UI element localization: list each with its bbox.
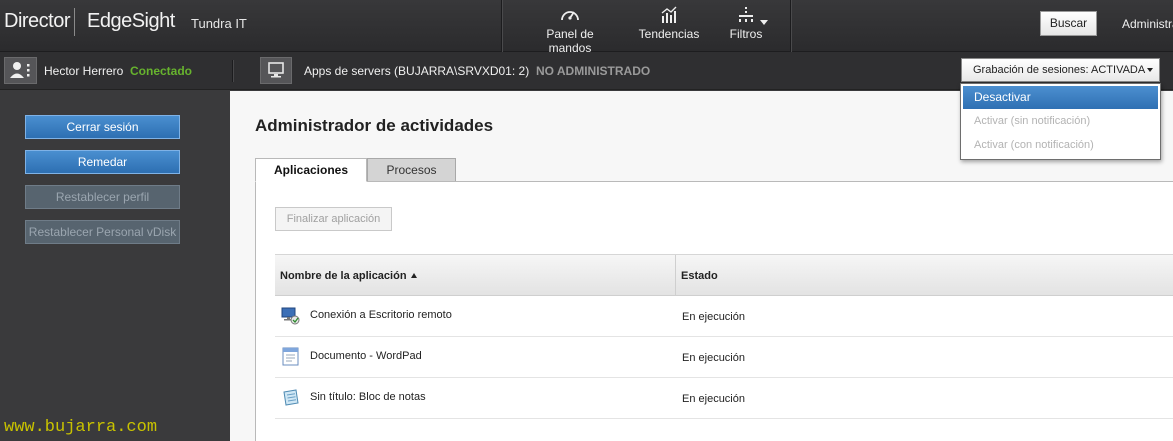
menu-item-disable[interactable]: Desactivar	[963, 86, 1158, 109]
nav-dashboard[interactable]: Panel de mandos	[524, 4, 616, 55]
column-header-name[interactable]: Nombre de la aplicación	[275, 255, 676, 297]
monitor-icon	[268, 62, 284, 78]
nav-divider	[790, 0, 791, 52]
column-header-state[interactable]: Estado	[676, 255, 1173, 297]
user-menu-button[interactable]	[4, 57, 37, 84]
nav-divider	[501, 0, 502, 52]
chevron-down-icon[interactable]	[760, 20, 768, 25]
tenant-name: Tundra IT	[191, 16, 247, 31]
applications-table: Nombre de la aplicación Estado Conexión …	[275, 254, 1173, 419]
dashboard-icon	[561, 11, 579, 21]
sort-ascending-icon	[410, 273, 417, 278]
session-recording-dropdown[interactable]: Grabación de sesiones: ACTIVADA	[961, 58, 1160, 82]
sidebar: Cerrar sesión Remedar Restablecer perfil…	[0, 91, 230, 441]
column-header-state-label: Estado	[681, 270, 718, 282]
shadow-button[interactable]: Remedar	[25, 150, 180, 174]
app-state: En ejecución	[682, 352, 745, 364]
applications-panel: Finalizar aplicación Nombre de la aplica…	[255, 181, 1173, 441]
page-title: Administrador de actividades	[255, 116, 494, 135]
nav-filters[interactable]: Filtros	[722, 4, 770, 48]
brand-divider	[74, 8, 75, 36]
machine-state: NO ADMINISTRADO	[536, 64, 651, 78]
tab-applications[interactable]: Aplicaciones	[255, 158, 367, 182]
tab-processes[interactable]: Procesos	[367, 158, 456, 182]
user-icon	[10, 62, 30, 78]
menu-item-enable-no-notification: Activar (sin notificación)	[974, 115, 1091, 127]
nav-trends-label: Tendencias	[638, 27, 700, 41]
top-bar: Director EdgeSight Tundra IT Panel de ma…	[0, 0, 1173, 55]
user-name: Hector Herrero	[44, 64, 124, 78]
logoff-button[interactable]: Cerrar sesión	[25, 115, 180, 139]
session-recording-label: Grabación de sesiones: ACTIVADA	[973, 64, 1146, 76]
session-divider	[232, 60, 233, 82]
watermark: www.bujarra.com	[4, 418, 158, 437]
column-header-name-label: Nombre de la aplicación	[280, 270, 407, 282]
app-name: Conexión a Escritorio remoto	[310, 309, 452, 321]
admin-link[interactable]: Administra	[1122, 17, 1173, 31]
chevron-down-icon	[1147, 68, 1153, 72]
table-row[interactable]: Sin título: Bloc de notas En ejecución	[275, 378, 1173, 419]
end-application-button: Finalizar aplicación	[275, 207, 392, 231]
machine-name: Apps de servers (BUJARRA\SRVXD01: 2)	[304, 64, 530, 78]
remote-desktop-icon	[281, 307, 300, 325]
nav-dashboard-label: Panel de mandos	[546, 27, 594, 55]
search-button[interactable]: Buscar	[1040, 11, 1097, 36]
table-row[interactable]: Documento - WordPad En ejecución	[275, 337, 1173, 378]
reset-vdisk-button: Restablecer Personal vDisk	[25, 220, 180, 244]
filters-icon	[739, 7, 753, 22]
reset-profile-button: Restablecer perfil	[25, 185, 180, 209]
nav-filters-label: Filtros	[729, 27, 763, 41]
app-state: En ejecución	[682, 393, 745, 405]
table-row[interactable]: Conexión a Escritorio remoto En ejecució…	[275, 296, 1173, 337]
brand-edgesight: EdgeSight	[87, 10, 175, 32]
app-name: Documento - WordPad	[310, 350, 422, 362]
machine-button[interactable]	[260, 57, 292, 84]
app-name: Sin título: Bloc de notas	[310, 391, 426, 403]
table-header: Nombre de la aplicación Estado	[275, 254, 1173, 297]
connection-status: Conectado	[130, 64, 193, 78]
notepad-icon	[283, 389, 299, 406]
session-recording-menu: Desactivar Activar (sin notificación) Ac…	[960, 83, 1161, 160]
nav-trends[interactable]: Tendencias	[636, 4, 702, 48]
app-state: En ejecución	[682, 311, 745, 323]
wordpad-icon	[282, 347, 299, 366]
brand-director: Director	[4, 10, 71, 32]
menu-item-enable-with-notification: Activar (con notificación)	[974, 139, 1094, 151]
trends-icon	[661, 6, 677, 23]
